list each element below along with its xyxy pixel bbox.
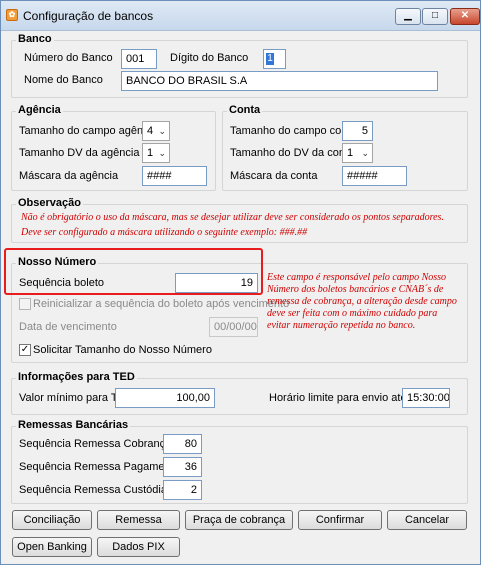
nosso-numero-note-line: remessa de cobrança, a alteração desde c… <box>267 296 457 307</box>
numero-banco-label: Número do Banco <box>24 52 113 64</box>
dados-pix-button[interactable]: Dados PIX <box>97 537 180 557</box>
chevron-down-icon: ⌄ <box>158 126 166 136</box>
agencia-group-title: Agência <box>16 104 63 116</box>
numero-banco-field[interactable]: 001 <box>121 49 157 69</box>
remessa-custodia-field[interactable]: 2 <box>163 480 202 500</box>
valor-minimo-ted-field[interactable]: 100,00 <box>115 388 215 408</box>
mascara-conta-label: Máscara da conta <box>230 170 318 182</box>
nosso-numero-note-line: deve ser feita com o máximo cuidado para <box>267 308 438 319</box>
observacao-group-title: Observação <box>16 197 83 209</box>
mascara-agencia-field[interactable]: #### <box>142 166 207 186</box>
remessa-button[interactable]: Remessa <box>97 510 180 530</box>
nome-banco-label: Nome do Banco <box>24 74 103 86</box>
nosso-numero-note-line: evitar numeração repetida no banco. <box>267 320 416 331</box>
chevron-down-icon: ⌄ <box>158 148 166 158</box>
reinicializar-label: Reinicializar a sequência do boleto após… <box>33 298 290 310</box>
window-title: Configuração de bancos <box>23 9 154 23</box>
dv-conta-value: 1 <box>347 147 354 159</box>
maximize-button[interactable]: □ <box>422 8 448 25</box>
remessa-pagamento-label: Sequência Remessa Pagamento <box>19 461 180 473</box>
cancelar-button[interactable]: Cancelar <box>387 510 467 530</box>
nosso-numero-note-line: Este campo é responsável pelo campo Noss… <box>267 272 447 283</box>
highlight-box <box>4 248 263 295</box>
dv-agencia-select[interactable]: 1 ⌄ <box>142 143 170 163</box>
data-vencimento-field[interactable]: 00/00/00 <box>209 317 258 337</box>
app-icon: ✿ <box>6 9 18 21</box>
remessas-group-title: Remessas Bancárias <box>16 419 131 431</box>
mascara-conta-field[interactable]: ##### <box>342 166 407 186</box>
solicitar-tamanho-label: Solicitar Tamanho do Nosso Número <box>33 344 212 356</box>
nosso-numero-note-line: Número dos boletos bancários e CNAB´s de <box>267 284 444 295</box>
banco-group-title: Banco <box>16 33 54 45</box>
confirmar-button[interactable]: Confirmar <box>298 510 382 530</box>
digito-banco-value: 1 <box>266 53 274 65</box>
digito-banco-field[interactable]: 1 <box>263 49 286 69</box>
dv-conta-select[interactable]: 1 ⌄ <box>342 143 373 163</box>
chevron-down-icon: ⌄ <box>361 148 369 158</box>
horario-limite-label: Horário limite para envio até às <box>269 392 422 404</box>
close-button[interactable]: ✕ <box>450 8 480 25</box>
open-banking-button[interactable]: Open Banking <box>12 537 92 557</box>
mascara-agencia-label: Máscara da agência <box>19 170 119 182</box>
ted-group-title: Informações para TED <box>16 371 137 383</box>
remessa-pagamento-field[interactable]: 36 <box>163 457 202 477</box>
reinicializar-checkbox[interactable] <box>19 298 31 310</box>
praca-cobranca-button[interactable]: Praça de cobrança <box>185 510 293 530</box>
data-vencimento-label: Data de vencimento <box>19 321 117 333</box>
tamanho-conta-field[interactable]: 5 <box>342 121 373 141</box>
minimize-button[interactable]: ▁ <box>395 8 421 25</box>
title-bar: ✿ Configuração de bancos ▁ □ ✕ <box>1 1 480 31</box>
conciliacao-button[interactable]: Conciliação <box>12 510 92 530</box>
remessa-cobranca-label: Sequência Remessa Cobrança <box>19 438 172 450</box>
dv-conta-label: Tamanho do DV da conta <box>230 147 355 159</box>
tamanho-agencia-select[interactable]: 4 ⌄ <box>142 121 170 141</box>
solicitar-tamanho-checkbox[interactable]: ✓ <box>19 344 31 356</box>
tamanho-conta-label: Tamanho do campo conta <box>230 125 357 137</box>
tamanho-agencia-label: Tamanho do campo agência <box>19 125 158 137</box>
digito-banco-label: Dígito do Banco <box>170 52 249 64</box>
tamanho-agencia-value: 4 <box>147 125 154 137</box>
observacao-note-line2: Deve ser configurado a máscara utilizand… <box>21 227 308 238</box>
dv-agencia-value: 1 <box>147 147 154 159</box>
nome-banco-field[interactable]: BANCO DO BRASIL S.A <box>121 71 438 91</box>
horario-limite-field[interactable]: 15:30:00 <box>402 388 450 408</box>
conta-group-title: Conta <box>227 104 263 116</box>
dv-agencia-label: Tamanho DV da agência <box>19 147 140 159</box>
remessa-cobranca-field[interactable]: 80 <box>163 434 202 454</box>
observacao-note-line1: Não é obrigatório o uso da máscara, mas … <box>21 212 444 223</box>
bank-config-window: ✿ Configuração de bancos ▁ □ ✕ Banco Núm… <box>0 0 481 565</box>
remessa-custodia-label: Sequência Remessa Custódia <box>19 484 167 496</box>
